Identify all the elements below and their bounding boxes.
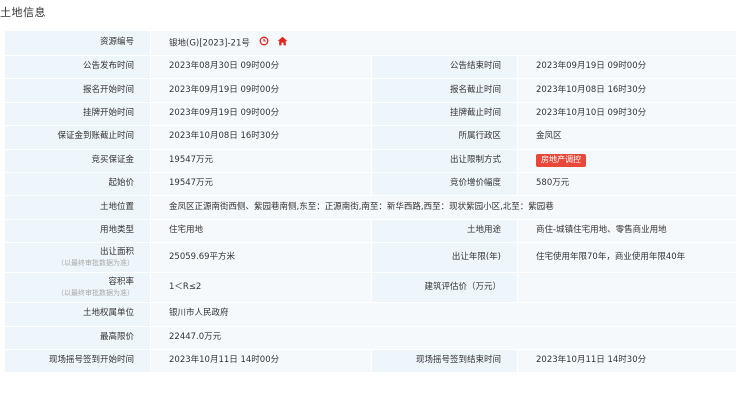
table-row: 公告发布时间 2023年08月30日 09时00分 公告结束时间 2023年09… (4, 54, 737, 80)
restriction-badge: 房地产调控 (536, 154, 586, 168)
far-label-text: 容积率 (108, 277, 134, 288)
clock-icon[interactable] (259, 36, 269, 50)
label-term: 出让年限(年) (371, 242, 518, 274)
value-signup-end: 2023年10月08日 16时30分 (517, 78, 737, 103)
value-land-use: 商住-城镇住宅用地、零售商业用地 (517, 218, 737, 244)
value-start-price: 19547万元 (150, 171, 372, 197)
far-label-note: （以最终审批数据为准） (57, 288, 134, 297)
value-listing-start: 2023年09月19日 09时00分 (150, 101, 372, 127)
label-announce-start: 公告发布时间 (4, 54, 151, 80)
value-lottery-signin-end: 2023年10月11日 14时30分 (517, 348, 737, 374)
value-term: 住宅使用年限70年，商业使用年限40年 (517, 242, 737, 274)
label-signup-start: 报名开始时间 (4, 78, 151, 103)
label-restriction: 出让限制方式 (371, 148, 518, 173)
value-bid-deposit: 19547万元 (150, 148, 372, 173)
value-resource-no: 银地(G)[2023]-21号 (150, 30, 737, 56)
label-signup-end: 报名截止时间 (371, 78, 518, 103)
label-listing-start: 挂牌开始时间 (4, 101, 151, 127)
label-lottery-signin-end: 现场摇号签到结束时间 (371, 348, 518, 374)
table-row: 资源编号 银地(G)[2023]-21号 (4, 30, 737, 56)
value-signup-start: 2023年09月19日 09时00分 (150, 78, 372, 103)
value-announce-start: 2023年08月30日 09时00分 (150, 54, 372, 80)
table-row: 土地权属单位 银川市人民政府 (4, 302, 737, 327)
value-deposit-deadline: 2023年10月08日 16时30分 (150, 125, 372, 150)
label-bid-increment: 竞价增价幅度 (371, 171, 518, 197)
label-start-price: 起始价 (4, 171, 151, 197)
label-deposit-deadline: 保证金到账截止时间 (4, 125, 151, 150)
label-max-price: 最高限价 (4, 325, 151, 350)
value-restriction: 房地产调控 (517, 148, 737, 173)
value-announce-end: 2023年09月19日 09时00分 (517, 54, 737, 80)
table-row: 用地类型 住宅用地 土地用途 商住-城镇住宅用地、零售商业用地 (4, 218, 737, 244)
value-appraisal (517, 272, 737, 304)
label-listing-end: 挂牌截止时间 (371, 101, 518, 127)
table-row: 土地位置 金凤区正源南街西侧、紫园巷南侧,东至：正源南街,南至：新华西路,西至：… (4, 195, 737, 220)
page-title: 土地信息 (0, 6, 46, 19)
value-bid-increment: 580万元 (517, 171, 737, 197)
label-announce-end: 公告结束时间 (371, 54, 518, 80)
table-row: 挂牌开始时间 2023年09月19日 09时00分 挂牌截止时间 2023年10… (4, 101, 737, 127)
label-appraisal: 建筑评估价（万元） (371, 272, 518, 304)
value-owner: 银川市人民政府 (150, 302, 737, 327)
area-label-note: （以最终审批数据为准） (57, 258, 134, 267)
resource-no-text: 银地(G)[2023]-21号 (169, 38, 250, 49)
table-row: 最高限价 22447.0万元 (4, 325, 737, 350)
value-far: 1＜R≤2 (150, 272, 372, 304)
label-district: 所属行政区 (371, 125, 518, 150)
value-area: 25059.69平方米 (150, 242, 372, 274)
label-owner: 土地权属单位 (4, 302, 151, 327)
table-row: 竞买保证金 19547万元 出让限制方式 房地产调控 (4, 148, 737, 173)
label-area: 出让面积 （以最终审批数据为准） (4, 242, 151, 274)
area-label-text: 出让面积 (99, 247, 134, 258)
label-bid-deposit: 竞买保证金 (4, 148, 151, 173)
value-lottery-signin-start: 2023年10月11日 14时00分 (150, 348, 372, 374)
label-location: 土地位置 (4, 195, 151, 220)
label-lottery-signin-start: 现场摇号签到开始时间 (4, 348, 151, 374)
table-row: 保证金到账截止时间 2023年10月08日 16时30分 所属行政区 金凤区 (4, 125, 737, 150)
label-resource-no: 资源编号 (4, 30, 151, 56)
table-row: 出让面积 （以最终审批数据为准） 25059.69平方米 出让年限(年) 住宅使… (4, 242, 737, 274)
value-land-type: 住宅用地 (150, 218, 372, 244)
value-district: 金凤区 (517, 125, 737, 150)
value-location: 金凤区正源南街西侧、紫园巷南侧,东至：正源南街,南至：新华西路,西至：现状紫园小… (150, 195, 737, 220)
label-land-use: 土地用途 (371, 218, 518, 244)
home-icon[interactable] (277, 36, 288, 50)
table-row: 容积率 （以最终审批数据为准） 1＜R≤2 建筑评估价（万元） (4, 272, 737, 304)
table-row: 起始价 19547万元 竞价增价幅度 580万元 (4, 171, 737, 197)
table-row: 报名开始时间 2023年09月19日 09时00分 报名截止时间 2023年10… (4, 78, 737, 103)
label-land-type: 用地类型 (4, 218, 151, 244)
value-max-price: 22447.0万元 (150, 325, 737, 350)
land-info-table: 资源编号 银地(G)[2023]-21号 公告发布时间 2023年08月30日 … (4, 30, 737, 374)
label-far: 容积率 （以最终审批数据为准） (4, 272, 151, 304)
value-listing-end: 2023年10月10日 09时30分 (517, 101, 737, 127)
table-row: 现场摇号签到开始时间 2023年10月11日 14时00分 现场摇号签到结束时间… (4, 348, 737, 374)
